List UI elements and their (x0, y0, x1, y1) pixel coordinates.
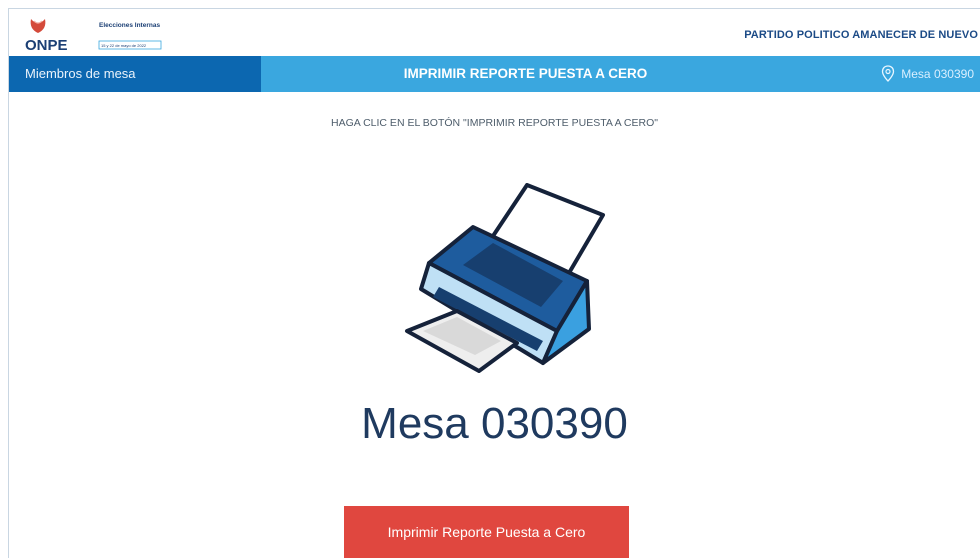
logo-dates-text: 15 y 22 de mayo de 2022 (101, 43, 147, 48)
nav-miembros-de-mesa[interactable]: Miembros de mesa (9, 56, 261, 92)
top-header: ONPE Elecciones Internas 15 y 22 de mayo… (9, 9, 980, 56)
logo-onpe-text: ONPE (25, 37, 68, 53)
printer-icon (405, 183, 605, 373)
party-name: PARTIDO POLITICO AMANECER DE NUEVO (744, 29, 978, 41)
page-title: IMPRIMIR REPORTE PUESTA A CERO (403, 66, 648, 81)
onpe-logo: ONPE Elecciones Internas 15 y 22 de mayo… (25, 19, 162, 53)
instruction-text: HAGA CLIC EN EL BOTÓN "IMPRIMIR REPORTE … (331, 117, 658, 129)
navigation-bar: Miembros de mesa IMPRIMIR REPORTE PUESTA… (9, 56, 980, 92)
logo-title-text: Elecciones Internas (99, 22, 160, 29)
nav-mesa-label: Mesa 030390 (901, 67, 974, 81)
app-frame: ONPE Elecciones Internas 15 y 22 de mayo… (8, 8, 980, 558)
print-report-button[interactable]: Imprimir Reporte Puesta a Cero (344, 506, 629, 558)
nav-mesa-indicator: Mesa 030390 (881, 64, 974, 84)
nav-miembros-label: Miembros de mesa (25, 66, 136, 81)
mesa-title: Mesa 030390 (361, 399, 628, 448)
location-pin-icon (882, 65, 895, 82)
